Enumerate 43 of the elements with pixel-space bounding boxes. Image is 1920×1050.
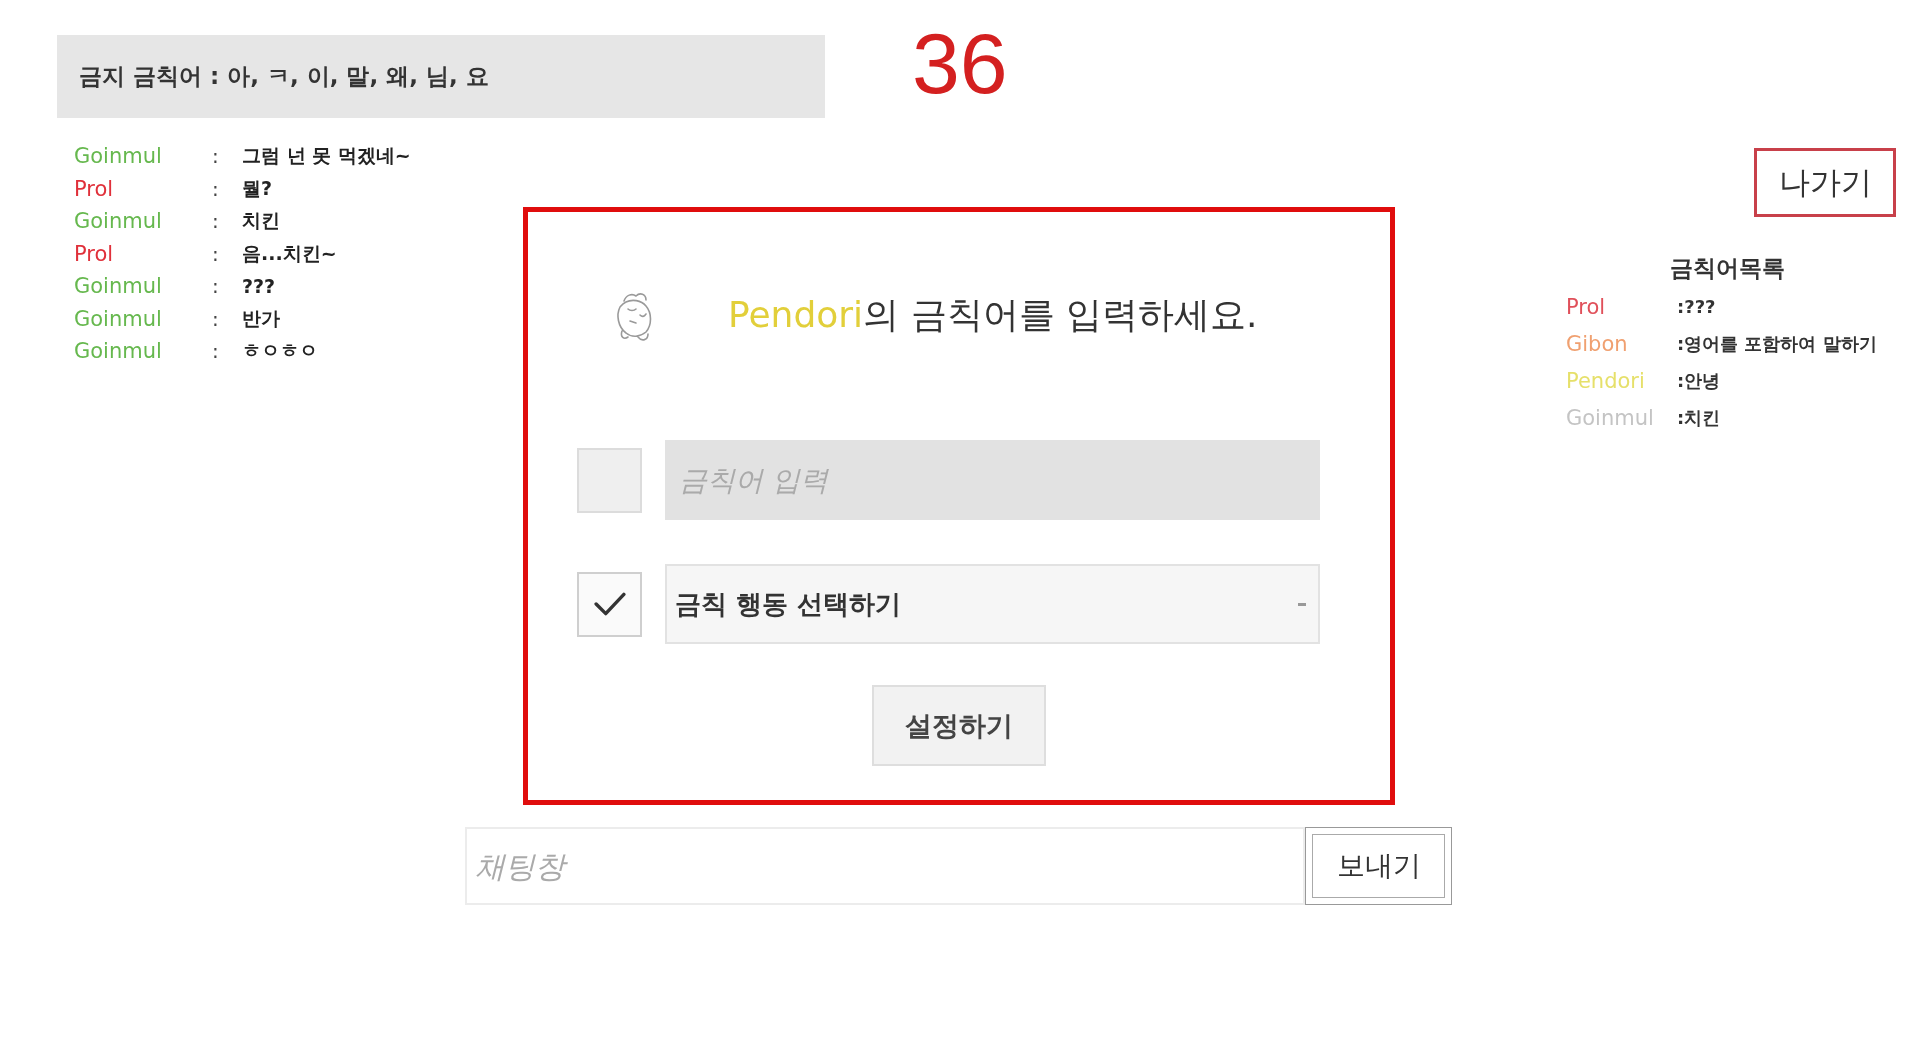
banned-word-input[interactable]: 금칙어 입력 [665, 440, 1320, 520]
banned-word: :치킨 [1677, 405, 1721, 430]
chat-message: ㅎㅇㅎㅇ [242, 338, 319, 364]
chat-message: 뭘? [242, 175, 274, 201]
chat-message: 음...치킨~ [242, 240, 338, 266]
player-name: Gibon [1566, 331, 1629, 356]
chat-username: Prol [74, 176, 115, 201]
word-list-title: 금칙어목록 [1668, 254, 1786, 283]
round-counter: 36 [912, 20, 1008, 106]
chat-message: 반가 [242, 305, 281, 331]
exit-button[interactable]: 나가기 [1754, 148, 1896, 217]
banned-word: :??? [1677, 296, 1716, 317]
chat-username: Goinmul [74, 144, 163, 169]
player-name: Prol [1566, 294, 1607, 319]
chat-username: Goinmul [74, 274, 163, 299]
action-select[interactable]: 금칙 행동 선택하기 [665, 564, 1320, 644]
chat-message: 치킨 [242, 208, 281, 234]
dialog-title: Pendori의 금칙어를 입력하세요. [728, 292, 1258, 337]
chat-username: Goinmul [74, 209, 163, 234]
checkbox[interactable] [577, 571, 642, 637]
player-name: Goinmul [1566, 405, 1655, 430]
chat-separator: : [212, 209, 220, 234]
chat-username: Goinmul [74, 339, 163, 364]
send-button[interactable]: 보내기 [1305, 827, 1452, 905]
chat-separator: : [212, 176, 220, 201]
banned-word: :안녕 [1677, 368, 1721, 393]
chat-separator: : [212, 306, 220, 331]
chat-separator: : [212, 339, 220, 364]
apply-button[interactable]: 설정하기 [872, 685, 1046, 766]
chat-username: Prol [74, 241, 115, 266]
chat-username: Goinmul [74, 306, 163, 331]
banned-word: :영어를 포함하여 말하기 [1677, 331, 1877, 356]
chat-separator: : [212, 144, 220, 169]
chat-input-field[interactable]: 채팅창 [465, 827, 1305, 905]
chat-message: ??? [242, 275, 277, 298]
banned-words-banner: 금지 금칙어 : 아, ㅋ, 이, 말, 왜, 님, 요 [57, 35, 825, 118]
chat-message: 그럼 넌 못 먹겠네~ [242, 143, 412, 169]
chat-separator: : [212, 274, 220, 299]
checkbox[interactable] [577, 447, 642, 513]
caret-icon [1298, 602, 1306, 606]
chat-separator: : [212, 241, 220, 266]
player-name: Pendori [1566, 368, 1646, 393]
checkmark-icon [593, 591, 626, 617]
